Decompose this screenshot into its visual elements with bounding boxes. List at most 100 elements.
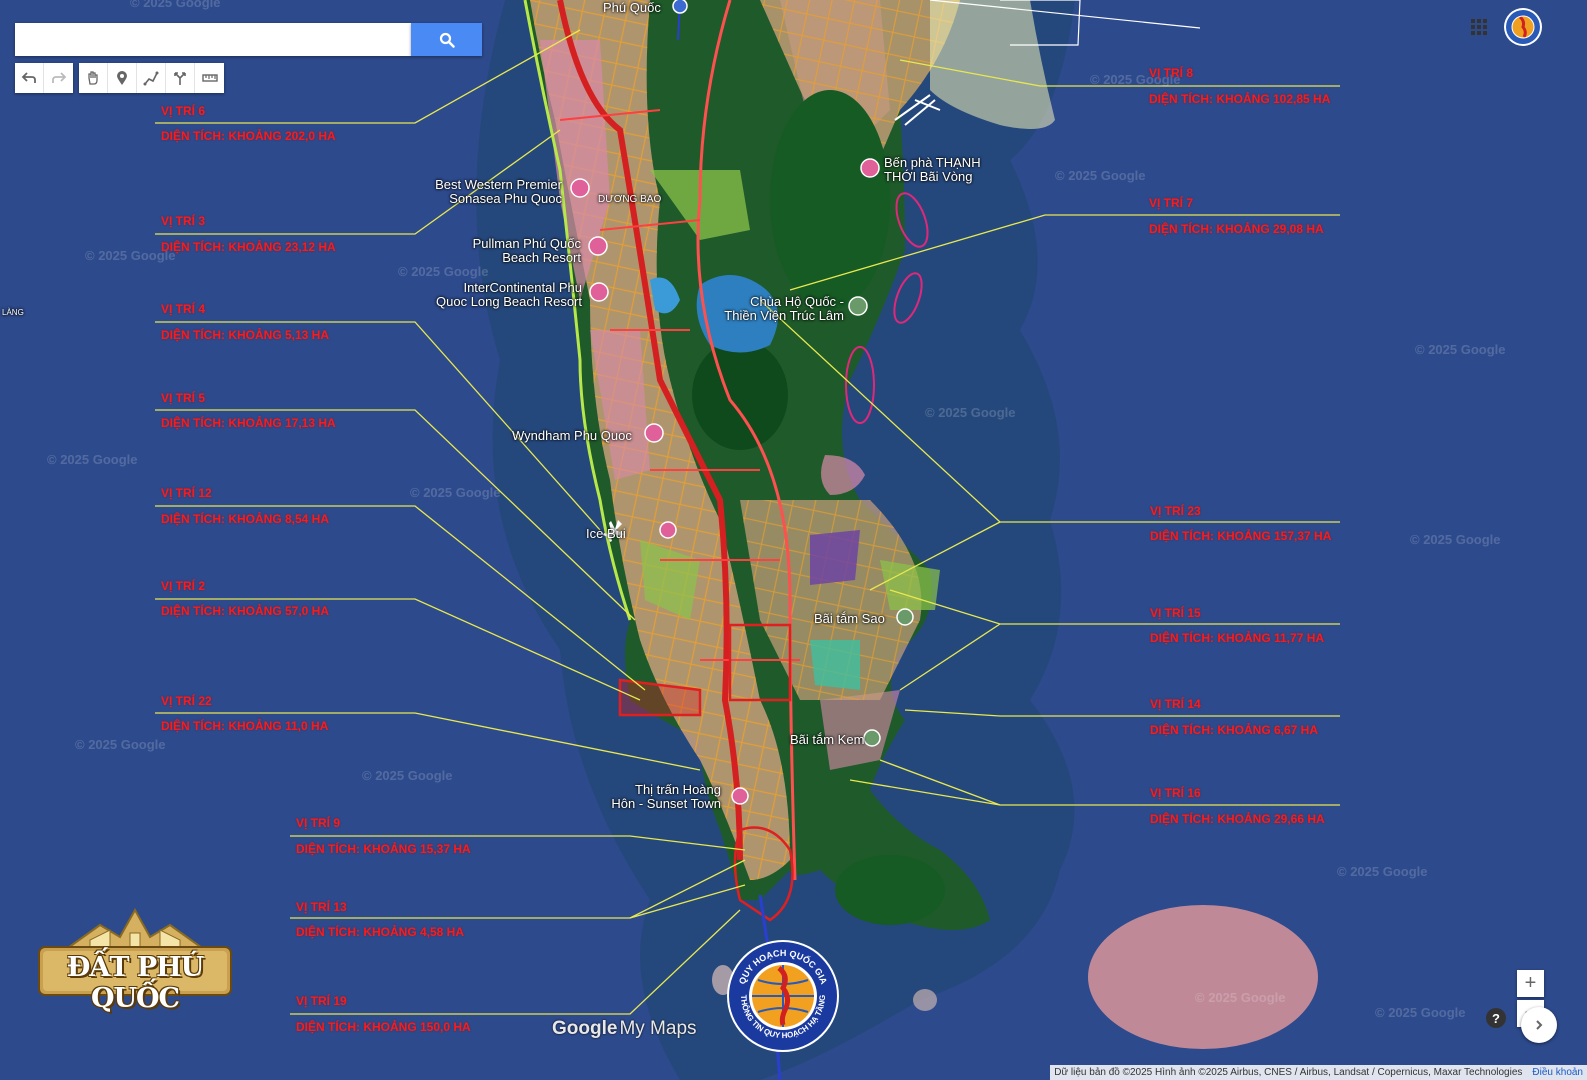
terms-link[interactable]: Điều khoản <box>1532 1067 1583 1078</box>
place-duong-bao: DƯƠNG BAO <box>598 194 662 205</box>
location-title: VỊ TRÍ 23 <box>1150 504 1201 518</box>
undo-icon <box>21 72 36 83</box>
redo-button[interactable] <box>44 63 73 93</box>
account-avatar[interactable] <box>1503 7 1543 47</box>
location-title: VỊ TRÍ 2 <box>161 579 206 593</box>
place-best-western-line1: Best Western Premier <box>435 177 562 192</box>
forest-area <box>770 90 890 310</box>
place-ben-pha[interactable]: Bến phà THẠNH THỚI Bãi Vòng <box>884 156 981 184</box>
location-title: VỊ TRÍ 7 <box>1149 196 1194 210</box>
zoom-in-button[interactable]: + <box>1517 970 1544 997</box>
place-wyndham[interactable]: Wyndham Phu Quoc <box>512 429 632 443</box>
watermark: © 2025 Google <box>410 485 501 500</box>
help-button[interactable]: ? <box>1486 1008 1506 1028</box>
location-title: VỊ TRÍ 12 <box>161 486 212 500</box>
location-area: DIỆN TÍCH: KHOẢNG 202,0 HA <box>161 129 336 143</box>
directions-icon <box>174 72 186 85</box>
map-attribution: Dữ liệu bản đồ ©2025 Hình ảnh ©2025 Airb… <box>1050 1065 1587 1080</box>
search-icon <box>439 32 455 48</box>
place-thi-tran-line2: Hôn - Sunset Town <box>611 796 721 811</box>
search-button[interactable] <box>411 23 482 56</box>
location-title: VỊ TRÍ 13 <box>296 900 347 914</box>
watermark: © 2025 Google <box>1337 864 1428 879</box>
place-thi-tran-line1: Thị trấn Hoàng <box>635 782 721 797</box>
location-area: DIỆN TÍCH: KHOẢNG 29,66 HA <box>1150 812 1325 826</box>
directions-button[interactable] <box>166 63 195 93</box>
location-area: DIỆN TÍCH: KHOẢNG 23,12 HA <box>161 240 336 254</box>
watermark: © 2025 Google <box>362 768 453 783</box>
location-area: DIỆN TÍCH: KHOẢNG 102,85 HA <box>1149 92 1331 106</box>
pan-tool-button[interactable] <box>79 63 108 93</box>
place-thien-vien-line2: Thiền Viện Trúc Lâm <box>724 308 844 323</box>
location-title: VỊ TRÍ 9 <box>296 816 341 830</box>
location-area: DIỆN TÍCH: KHOẢNG 5,13 HA <box>161 328 330 342</box>
add-marker-button[interactable] <box>108 63 137 93</box>
location-title: VỊ TRÍ 3 <box>161 214 206 228</box>
location-area: DIỆN TÍCH: KHOẢNG 11,0 HA <box>161 719 329 733</box>
place-best-western-line2: Sonasea Phu Quoc <box>449 191 562 206</box>
location-area: DIỆN TÍCH: KHOẢNG 150,0 HA <box>296 1020 471 1034</box>
place-phu-quoc: Phú Quốc <box>603 0 661 15</box>
location-title: VỊ TRÍ 6 <box>161 104 206 118</box>
purple-zone <box>810 530 860 585</box>
location-area: DIỆN TÍCH: KHOẢNG 57,0 HA <box>161 604 330 618</box>
watermark: © 2025 Google <box>398 264 489 279</box>
place-ben-pha-line2: THỚI Bãi Vòng <box>884 169 973 184</box>
location-title: VỊ TRÍ 8 <box>1149 66 1194 80</box>
watermark: © 2025 Google <box>925 405 1016 420</box>
location-area: DIỆN TÍCH: KHOẢNG 29,08 HA <box>1149 222 1324 236</box>
location-area: DIỆN TÍCH: KHOẢNG 11,77 HA <box>1150 631 1325 645</box>
location-title: VỊ TRÍ 4 <box>161 302 206 316</box>
place-thien-vien[interactable]: Chùa Hộ Quốc - Thiền Viện Trúc Lâm <box>724 295 844 323</box>
measure-button[interactable] <box>195 63 224 93</box>
marker-icon <box>117 71 127 85</box>
location-area: DIỆN TÍCH: KHOẢNG 157,37 HA <box>1150 529 1332 543</box>
search-input[interactable] <box>15 23 411 56</box>
apps-grid-icon[interactable] <box>1470 18 1488 36</box>
place-bai-tam-sao[interactable]: Bãi tắm Sao <box>814 612 885 626</box>
teal-park <box>810 640 860 690</box>
location-title: VỊ TRÍ 19 <box>296 994 347 1008</box>
watermark: © 2025 Google <box>75 737 166 752</box>
watermark: © 2025 Google <box>130 0 221 10</box>
hand-icon <box>88 71 98 85</box>
location-title: VỊ TRÍ 15 <box>1150 606 1201 620</box>
place-ice[interactable]: Ice Bui <box>586 527 626 541</box>
place-pullman[interactable]: Pullman Phú Quốc Beach Resort <box>473 237 581 265</box>
my-maps-wordmark: My Maps <box>619 1018 697 1039</box>
place-intercontinental-line1: InterContinental Phu <box>463 280 582 295</box>
place-bai-tam-kem[interactable]: Bãi tắm Kem <box>790 733 864 747</box>
draw-line-button[interactable] <box>137 63 166 93</box>
place-pullman-line1: Pullman Phú Quốc <box>472 236 581 251</box>
google-wordmark: Google <box>552 1018 618 1039</box>
fullscreen-toggle[interactable] <box>1521 1007 1557 1043</box>
watermark: © 2025 Google <box>47 452 138 467</box>
location-area: DIỆN TÍCH: KHOẢNG 6,67 HA <box>1150 723 1319 737</box>
place-lang: LÀNG <box>2 308 24 317</box>
place-intercontinental[interactable]: InterContinental Phu Quoc Long Beach Res… <box>436 281 582 309</box>
forest-area <box>692 340 788 450</box>
attribution-text: Dữ liệu bản đồ ©2025 Hình ảnh ©2025 Airb… <box>1054 1067 1523 1078</box>
watermark: © 2025 Google <box>1410 532 1501 547</box>
ruler-icon <box>201 74 218 82</box>
chevron-right-icon <box>1536 1020 1543 1030</box>
watermark: © 2025 Google <box>1415 342 1506 357</box>
undo-button[interactable] <box>15 63 44 93</box>
watermark: © 2025 Google <box>1055 168 1146 183</box>
place-thi-tran[interactable]: Thị trấn Hoàng Hôn - Sunset Town <box>611 783 721 811</box>
watermark: © 2025 Google <box>1195 990 1286 1005</box>
tools-toolbar <box>79 63 224 93</box>
location-title: VỊ TRÍ 5 <box>161 391 206 405</box>
satellite-map[interactable] <box>0 0 1587 1080</box>
location-area: DIỆN TÍCH: KHOẢNG 8,54 HA <box>161 512 330 526</box>
place-best-western[interactable]: Best Western Premier Sonasea Phu Quoc <box>435 178 562 206</box>
quy-hoach-seal: QUY HOẠCH QUỐC GIA THÔNG TIN QUY HOẠCH H… <box>727 940 839 1052</box>
draw-line-icon <box>143 71 159 86</box>
location-area: DIỆN TÍCH: KHOẢNG 17,13 HA <box>161 416 336 430</box>
location-area: DIỆN TÍCH: KHOẢNG 4,58 HA <box>296 925 465 939</box>
place-intercontinental-line2: Quoc Long Beach Resort <box>436 294 582 309</box>
location-area: DIỆN TÍCH: KHOẢNG 15,37 HA <box>296 842 471 856</box>
google-my-maps-brand: Google My Maps <box>552 1018 697 1040</box>
location-title: VỊ TRÍ 22 <box>161 694 212 708</box>
place-ben-pha-line1: Bến phà THẠNH <box>884 155 981 170</box>
